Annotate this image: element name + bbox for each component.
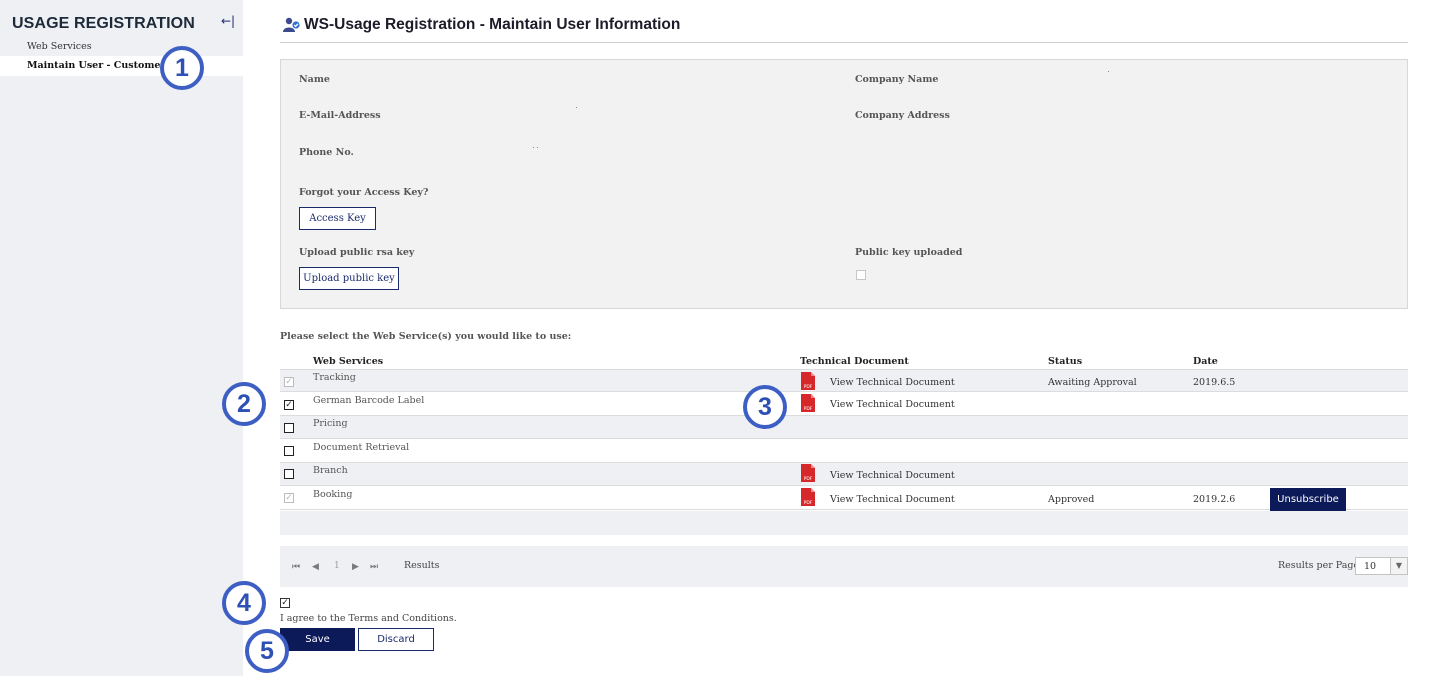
service-checkbox[interactable] bbox=[284, 469, 294, 479]
pdf-icon[interactable]: PDF bbox=[801, 488, 815, 506]
current-page-number[interactable]: 1 bbox=[334, 561, 340, 571]
page-title: WS-Usage Registration - Maintain User In… bbox=[304, 16, 681, 33]
public-key-uploaded-label: Public key uploaded bbox=[855, 247, 963, 258]
users-icon bbox=[283, 17, 300, 32]
email-label: E-Mail-Address bbox=[299, 110, 381, 121]
callout-1: 1 bbox=[160, 46, 204, 90]
table-row: Pricing bbox=[280, 416, 1408, 439]
service-name: Pricing bbox=[313, 418, 348, 429]
sidebar-title: USAGE REGISTRATION bbox=[12, 15, 195, 32]
service-checkbox[interactable]: ✓ bbox=[284, 377, 294, 387]
company-address-label: Company Address bbox=[855, 110, 950, 121]
company-name-label: Company Name bbox=[855, 74, 939, 85]
pagination-bar: ⏮ ◀ 1 ▶ ⏭ Results Results per Page 10 ▼ bbox=[280, 546, 1408, 587]
svg-text:PDF: PDF bbox=[804, 500, 813, 506]
svg-text:PDF: PDF bbox=[804, 476, 813, 482]
pdf-icon[interactable]: PDF bbox=[801, 394, 815, 412]
view-technical-document-link[interactable]: View Technical Document bbox=[830, 470, 955, 481]
date-text: 2019.6.5 bbox=[1193, 377, 1236, 388]
first-page-icon[interactable]: ⏮ bbox=[292, 562, 300, 572]
table-row: ✓ Booking PDF View Technical Document Ap… bbox=[280, 487, 1408, 511]
header-divider bbox=[280, 42, 1408, 43]
pdf-icon[interactable]: PDF bbox=[801, 464, 815, 482]
callout-4: 4 bbox=[222, 581, 266, 625]
terms-checkbox[interactable]: ✓ bbox=[280, 598, 290, 608]
view-technical-document-link[interactable]: View Technical Document bbox=[830, 494, 955, 505]
column-header-web-services: Web Services bbox=[313, 356, 384, 367]
table-row: Branch PDF View Technical Document bbox=[280, 463, 1408, 486]
callout-3: 3 bbox=[743, 385, 787, 429]
results-label: Results bbox=[404, 560, 440, 571]
app-root: USAGE REGISTRATION ←| Web Services Maint… bbox=[0, 0, 1432, 676]
last-page-icon[interactable]: ⏭ bbox=[370, 562, 378, 572]
discard-button[interactable]: Discard bbox=[358, 628, 434, 651]
upload-public-key-button[interactable]: Upload public key bbox=[299, 267, 399, 290]
chevron-down-icon[interactable]: ▼ bbox=[1390, 558, 1407, 574]
service-name: Tracking bbox=[313, 372, 356, 383]
table-row: ✓ Tracking PDF View Technical Document A… bbox=[280, 369, 1408, 392]
callout-2: 2 bbox=[222, 382, 266, 426]
results-per-page-value: 10 bbox=[1364, 561, 1377, 572]
phone-label: Phone No. bbox=[299, 147, 354, 158]
column-header-date: Date bbox=[1193, 356, 1218, 367]
service-name: Branch bbox=[313, 465, 348, 476]
user-info-panel: Name Company Name E-Mail-Address Company… bbox=[280, 59, 1408, 309]
sidebar: USAGE REGISTRATION ←| Web Services Maint… bbox=[0, 0, 243, 676]
view-technical-document-link[interactable]: View Technical Document bbox=[830, 377, 955, 388]
save-button[interactable]: Save bbox=[280, 628, 355, 651]
upload-rsa-key-label: Upload public rsa key bbox=[299, 247, 415, 258]
status-text: Awaiting Approval bbox=[1048, 377, 1137, 388]
date-text: 2019.2.6 bbox=[1193, 494, 1236, 505]
access-key-button[interactable]: Access Key bbox=[299, 207, 376, 230]
next-page-icon[interactable]: ▶ bbox=[352, 562, 359, 572]
svg-text:PDF: PDF bbox=[804, 406, 813, 412]
column-header-status: Status bbox=[1048, 356, 1083, 367]
pdf-icon[interactable]: PDF bbox=[801, 372, 815, 390]
table-empty-row bbox=[280, 511, 1408, 535]
unsubscribe-button[interactable]: Unsubscribe bbox=[1270, 488, 1346, 511]
service-checkbox[interactable]: ✓ bbox=[284, 493, 294, 503]
service-checkbox[interactable] bbox=[284, 446, 294, 456]
table-row: Document Retrieval bbox=[280, 440, 1408, 463]
collapse-sidebar-icon[interactable]: ←| bbox=[221, 14, 235, 28]
artifact-dot bbox=[537, 147, 538, 148]
service-name: Document Retrieval bbox=[313, 442, 410, 453]
service-checkbox[interactable] bbox=[284, 423, 294, 433]
table-row: ✓ German Barcode Label PDF View Technica… bbox=[280, 393, 1408, 416]
results-per-page-label: Results per Page bbox=[1278, 560, 1360, 571]
sidebar-item-web-services[interactable]: Web Services bbox=[0, 37, 243, 57]
name-label: Name bbox=[299, 74, 330, 85]
artifact-dot bbox=[533, 147, 534, 148]
service-checkbox[interactable]: ✓ bbox=[284, 400, 294, 410]
view-technical-document-link[interactable]: View Technical Document bbox=[830, 399, 955, 410]
results-per-page-select[interactable]: 10 ▼ bbox=[1355, 557, 1408, 575]
status-text: Approved bbox=[1048, 494, 1095, 505]
artifact-dot bbox=[1108, 71, 1109, 72]
sidebar-item-maintain-user[interactable]: Maintain User - Customer bbox=[0, 56, 243, 76]
terms-label: I agree to the Terms and Conditions. bbox=[280, 613, 457, 624]
service-name: Booking bbox=[313, 489, 353, 500]
forgot-access-key-label: Forgot your Access Key? bbox=[299, 187, 429, 198]
public-key-uploaded-checkbox bbox=[856, 270, 866, 280]
svg-text:PDF: PDF bbox=[804, 384, 813, 390]
web-services-prompt: Please select the Web Service(s) you wou… bbox=[280, 331, 572, 342]
artifact-dot bbox=[576, 107, 577, 108]
service-name: German Barcode Label bbox=[313, 395, 425, 406]
callout-5: 5 bbox=[245, 629, 289, 673]
prev-page-icon[interactable]: ◀ bbox=[312, 562, 319, 572]
column-header-technical-document: Technical Document bbox=[800, 356, 909, 367]
